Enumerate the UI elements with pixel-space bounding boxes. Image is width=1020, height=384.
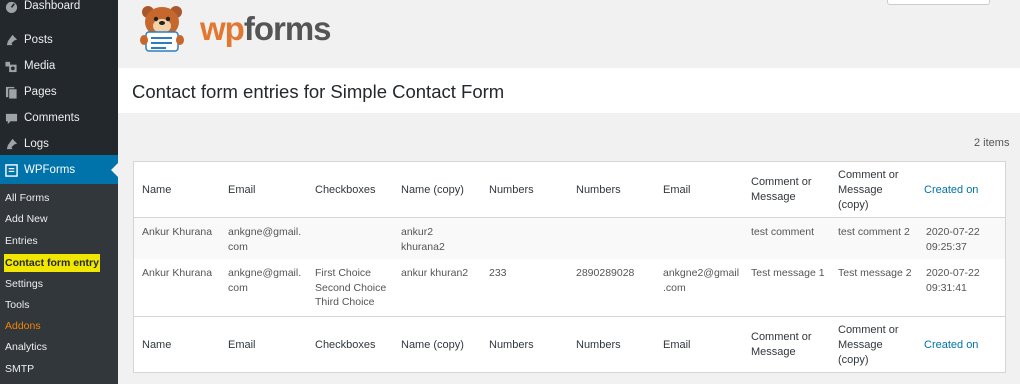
page-title: Contact form entries for Simple Contact …: [132, 81, 505, 102]
cell-email: ankgne@gmail. com: [228, 267, 302, 294]
column-footer[interactable]: Name: [142, 338, 171, 353]
cell-email: ankgne@gmail. com: [228, 226, 302, 253]
cell-name: Ankur Khurana: [142, 226, 213, 238]
column-header[interactable]: Name (copy): [401, 183, 464, 198]
wpforms-logo: wpforms: [132, 2, 332, 54]
dashboard-icon: [3, 0, 19, 14]
title-bar: Contact form entries for Simple Contact …: [118, 68, 1020, 113]
cell-comment-copy: Test message 2: [838, 267, 912, 279]
pages-icon: [3, 84, 19, 100]
column-footer[interactable]: Numbers: [576, 338, 621, 353]
submenu-entries[interactable]: Entries: [5, 232, 38, 250]
submenu-all-forms[interactable]: All Forms: [5, 189, 49, 207]
submenu-analytics[interactable]: Analytics: [5, 338, 47, 356]
menu-label: Media: [24, 60, 56, 72]
column-footer[interactable]: Comment or Message (copy): [838, 323, 910, 368]
menu-label: Logs: [24, 138, 49, 150]
column-header[interactable]: Name: [142, 183, 171, 198]
column-footer[interactable]: Comment or Message: [751, 330, 823, 360]
wpforms-icon: [3, 162, 19, 178]
cell-numbers: 2890289028: [576, 267, 635, 279]
table-header-row: Name Email Checkboxes Name (copy) Number…: [134, 162, 1005, 218]
media-icon: [3, 58, 19, 74]
submenu-smtp[interactable]: SMTP: [5, 360, 34, 378]
submenu-tools[interactable]: Tools: [5, 296, 30, 314]
menu-label: WPForms: [24, 164, 76, 176]
items-count: 2 items: [974, 137, 1010, 149]
column-footer[interactable]: Email: [663, 338, 691, 353]
column-header[interactable]: Comment or Message: [751, 175, 823, 205]
table-footer-row: Name Email Checkboxes Name (copy) Number…: [134, 316, 1005, 372]
cell-comment-copy: test comment 2: [838, 226, 910, 238]
menu-label: Dashboard: [24, 0, 81, 12]
column-footer-created-on[interactable]: Created on: [924, 338, 978, 353]
column-header[interactable]: Comment or Message (copy): [838, 168, 910, 213]
menu-pages[interactable]: Pages: [0, 79, 118, 105]
cell-checkboxes: First Choice Second Choice Third Choice: [315, 267, 387, 308]
menu-wpforms[interactable]: WPForms: [0, 155, 118, 185]
pin-icon: [3, 32, 19, 48]
column-header[interactable]: Numbers: [576, 183, 621, 198]
submenu-addons[interactable]: Addons: [5, 317, 41, 335]
pin-icon: [3, 136, 19, 152]
column-header[interactable]: Email: [228, 183, 256, 198]
cell-comment: Test message 1: [751, 267, 825, 279]
column-footer[interactable]: Numbers: [489, 338, 534, 353]
wpforms-submenu: All Forms Add New Entries Contact form e…: [0, 184, 118, 384]
bear-mascot-icon: [140, 6, 184, 52]
menu-comments[interactable]: Comments: [0, 105, 118, 131]
cell-created-on: 2020-07-22 09:31:41: [926, 267, 980, 294]
column-header[interactable]: Numbers: [489, 183, 534, 198]
menu-label: Comments: [24, 112, 80, 124]
submenu-settings[interactable]: Settings: [5, 275, 43, 293]
cell-created-on: 2020-07-22 09:25:37: [926, 226, 980, 253]
cell-numbers: 233: [489, 267, 507, 279]
column-header[interactable]: Checkboxes: [315, 183, 376, 198]
menu-label: Pages: [24, 86, 57, 98]
entries-table: Name Email Checkboxes Name (copy) Number…: [133, 161, 1006, 373]
submenu-add-new[interactable]: Add New: [5, 210, 48, 228]
cell-email-2: ankgne2@gmail .com: [663, 267, 740, 294]
column-footer[interactable]: Checkboxes: [315, 338, 376, 353]
comment-icon: [3, 110, 19, 126]
menu-logs[interactable]: Logs: [0, 131, 118, 157]
cell-comment: test comment: [751, 226, 815, 238]
column-footer[interactable]: Name (copy): [401, 338, 464, 353]
menu-label: Posts: [24, 34, 53, 46]
column-footer[interactable]: Email: [228, 338, 256, 353]
cell-name-copy: ankur khuran2: [401, 267, 469, 279]
column-header-created-on[interactable]: Created on: [924, 183, 978, 198]
column-header[interactable]: Email: [663, 183, 691, 198]
admin-sidebar: Dashboard Posts Media Pages Comments Log…: [0, 0, 118, 384]
cell-name: Ankur Khurana: [142, 267, 213, 279]
top-button[interactable]: [887, 0, 990, 5]
header: wpforms: [118, 0, 1020, 68]
cell-name-copy: ankur2 khurana2: [401, 226, 445, 253]
menu-posts[interactable]: Posts: [0, 27, 118, 53]
submenu-contact-form-entry[interactable]: Contact form entry: [4, 254, 100, 272]
menu-dashboard[interactable]: Dashboard: [0, 0, 118, 19]
logo-text: wpforms: [200, 10, 332, 47]
table-row[interactable]: Ankur Khurana ankgne@gmail. com ankur2 k…: [134, 218, 1005, 259]
menu-media[interactable]: Media: [0, 53, 118, 79]
table-row[interactable]: Ankur Khurana ankgne@gmail. com First Ch…: [134, 259, 1005, 316]
